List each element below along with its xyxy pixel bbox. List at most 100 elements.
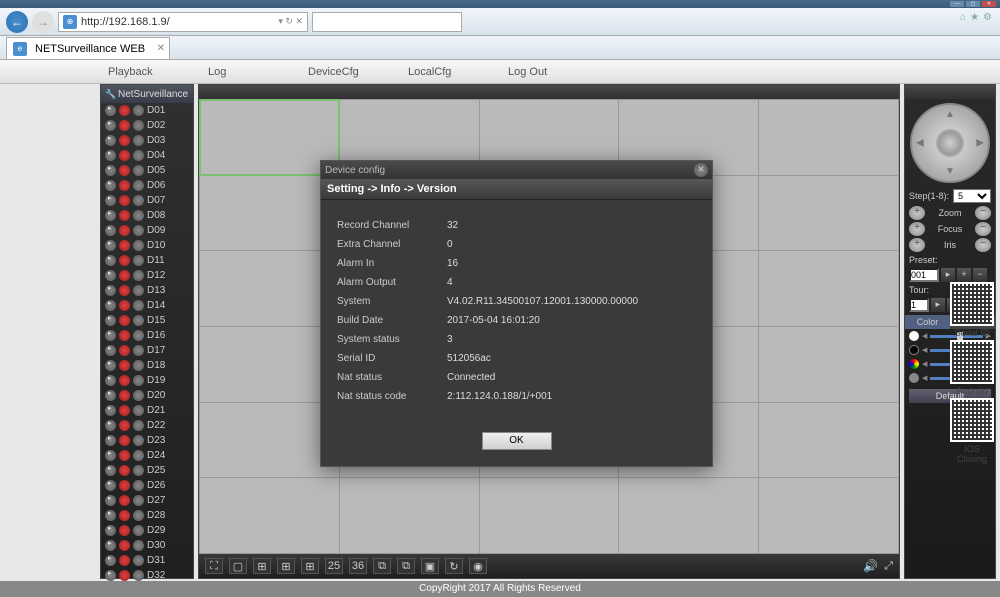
record-icon[interactable] xyxy=(119,240,130,251)
nav-devicecfg[interactable]: DeviceCfg xyxy=(300,66,400,78)
record-icon[interactable] xyxy=(119,540,130,551)
color-tab[interactable]: Color xyxy=(905,315,950,329)
modal-close-button[interactable]: ✕ xyxy=(694,163,708,177)
channel-row[interactable]: D27 xyxy=(101,493,193,508)
video-cell[interactable] xyxy=(759,478,898,553)
channel-row[interactable]: D26 xyxy=(101,478,193,493)
video-cell[interactable] xyxy=(759,327,898,402)
channel-row[interactable]: D29 xyxy=(101,523,193,538)
record-icon[interactable] xyxy=(119,360,130,371)
grid-titlebar[interactable] xyxy=(199,85,899,99)
play-icon[interactable] xyxy=(105,405,116,416)
channel-row[interactable]: D30 xyxy=(101,538,193,553)
play-icon[interactable] xyxy=(105,480,116,491)
channel-row[interactable]: D04 xyxy=(101,148,193,163)
back-button[interactable]: ← xyxy=(6,11,28,33)
channel-row[interactable]: D02 xyxy=(101,118,193,133)
play-icon[interactable] xyxy=(105,435,116,446)
channel-row[interactable]: D15 xyxy=(101,313,193,328)
ptz-down-icon[interactable]: ▼ xyxy=(945,166,955,177)
nav-localcfg[interactable]: LocalCfg xyxy=(400,66,500,78)
record-icon[interactable] xyxy=(119,150,130,161)
tour-play-button[interactable]: ▸ xyxy=(931,298,945,312)
tab-close-icon[interactable]: ✕ xyxy=(157,43,165,54)
layout-button[interactable]: ⛶ xyxy=(205,558,223,574)
channel-row[interactable]: D28 xyxy=(101,508,193,523)
play-icon[interactable] xyxy=(105,120,116,131)
play-icon[interactable] xyxy=(105,510,116,521)
video-cell[interactable] xyxy=(200,251,339,326)
ok-button[interactable]: OK xyxy=(482,432,552,450)
video-cell[interactable] xyxy=(200,327,339,402)
video-cell[interactable] xyxy=(759,403,898,478)
video-cell[interactable] xyxy=(759,251,898,326)
channel-row[interactable]: D03 xyxy=(101,133,193,148)
record-icon[interactable] xyxy=(119,165,130,176)
record-icon[interactable] xyxy=(119,555,130,566)
nav-playback[interactable]: Playback xyxy=(100,66,200,78)
maximize-button[interactable]: ▢ xyxy=(966,1,980,7)
play-icon[interactable] xyxy=(105,555,116,566)
channel-row[interactable]: D13 xyxy=(101,283,193,298)
record-icon[interactable] xyxy=(119,135,130,146)
record-icon[interactable] xyxy=(119,450,130,461)
record-icon[interactable] xyxy=(119,570,130,581)
sidebar-header[interactable]: 🔧 NetSurveillance xyxy=(101,85,193,103)
address-bar[interactable]: ⊕ http://192.168.1.9/ ▾ ↻ ✕ xyxy=(58,12,308,32)
channel-row[interactable]: D05 xyxy=(101,163,193,178)
iris-out-button[interactable]: − xyxy=(975,238,991,252)
play-icon[interactable] xyxy=(105,210,116,221)
record-icon[interactable] xyxy=(119,510,130,521)
minimize-button[interactable]: — xyxy=(950,1,964,7)
channel-row[interactable]: D17 xyxy=(101,343,193,358)
layout-button[interactable]: ↻ xyxy=(445,558,463,574)
play-icon[interactable] xyxy=(105,165,116,176)
play-icon[interactable] xyxy=(105,105,116,116)
video-cell[interactable] xyxy=(200,100,339,175)
record-icon[interactable] xyxy=(119,375,130,386)
channel-row[interactable]: D16 xyxy=(101,328,193,343)
record-icon[interactable] xyxy=(119,270,130,281)
record-icon[interactable] xyxy=(119,285,130,296)
channel-row[interactable]: D07 xyxy=(101,193,193,208)
modal-titlebar[interactable]: Device config ✕ xyxy=(321,161,712,179)
record-icon[interactable] xyxy=(119,120,130,131)
video-cell[interactable] xyxy=(619,478,758,553)
channel-row[interactable]: D12 xyxy=(101,268,193,283)
step-select[interactable]: 5 xyxy=(953,189,991,203)
layout-button[interactable]: ⧉ xyxy=(397,558,415,574)
record-icon[interactable] xyxy=(119,255,130,266)
zoom-in-button[interactable]: + xyxy=(909,206,925,220)
channel-row[interactable]: D24 xyxy=(101,448,193,463)
record-icon[interactable] xyxy=(119,300,130,311)
channel-row[interactable]: D14 xyxy=(101,298,193,313)
record-icon[interactable] xyxy=(119,465,130,476)
record-icon[interactable] xyxy=(119,330,130,341)
play-icon[interactable] xyxy=(105,540,116,551)
forward-button[interactable]: → xyxy=(32,11,54,33)
record-icon[interactable] xyxy=(119,315,130,326)
layout-button[interactable]: 36 xyxy=(349,558,367,574)
expand-icon[interactable]: ⤢ xyxy=(884,560,893,573)
channel-row[interactable]: D18 xyxy=(101,358,193,373)
play-icon[interactable] xyxy=(105,525,116,536)
play-icon[interactable] xyxy=(105,360,116,371)
preset-input[interactable] xyxy=(909,268,939,282)
nav-log[interactable]: Log xyxy=(200,66,300,78)
video-cell[interactable] xyxy=(759,176,898,251)
video-cell[interactable] xyxy=(340,478,479,553)
favorite-icon[interactable]: ★ xyxy=(970,12,979,23)
nav-logout[interactable]: Log Out xyxy=(500,66,600,78)
record-icon[interactable] xyxy=(119,180,130,191)
channel-row[interactable]: D20 xyxy=(101,388,193,403)
record-icon[interactable] xyxy=(119,420,130,431)
layout-button[interactable]: ▣ xyxy=(421,558,439,574)
ptz-dpad[interactable]: ▲ ▼ ◀ ▶ xyxy=(910,103,990,183)
ptz-left-icon[interactable]: ◀ xyxy=(916,138,924,149)
play-icon[interactable] xyxy=(105,270,116,281)
record-icon[interactable] xyxy=(119,480,130,491)
record-icon[interactable] xyxy=(119,105,130,116)
gear-icon[interactable]: ⚙ xyxy=(983,12,992,23)
channel-row[interactable]: D21 xyxy=(101,403,193,418)
layout-button[interactable]: ⊞ xyxy=(301,558,319,574)
